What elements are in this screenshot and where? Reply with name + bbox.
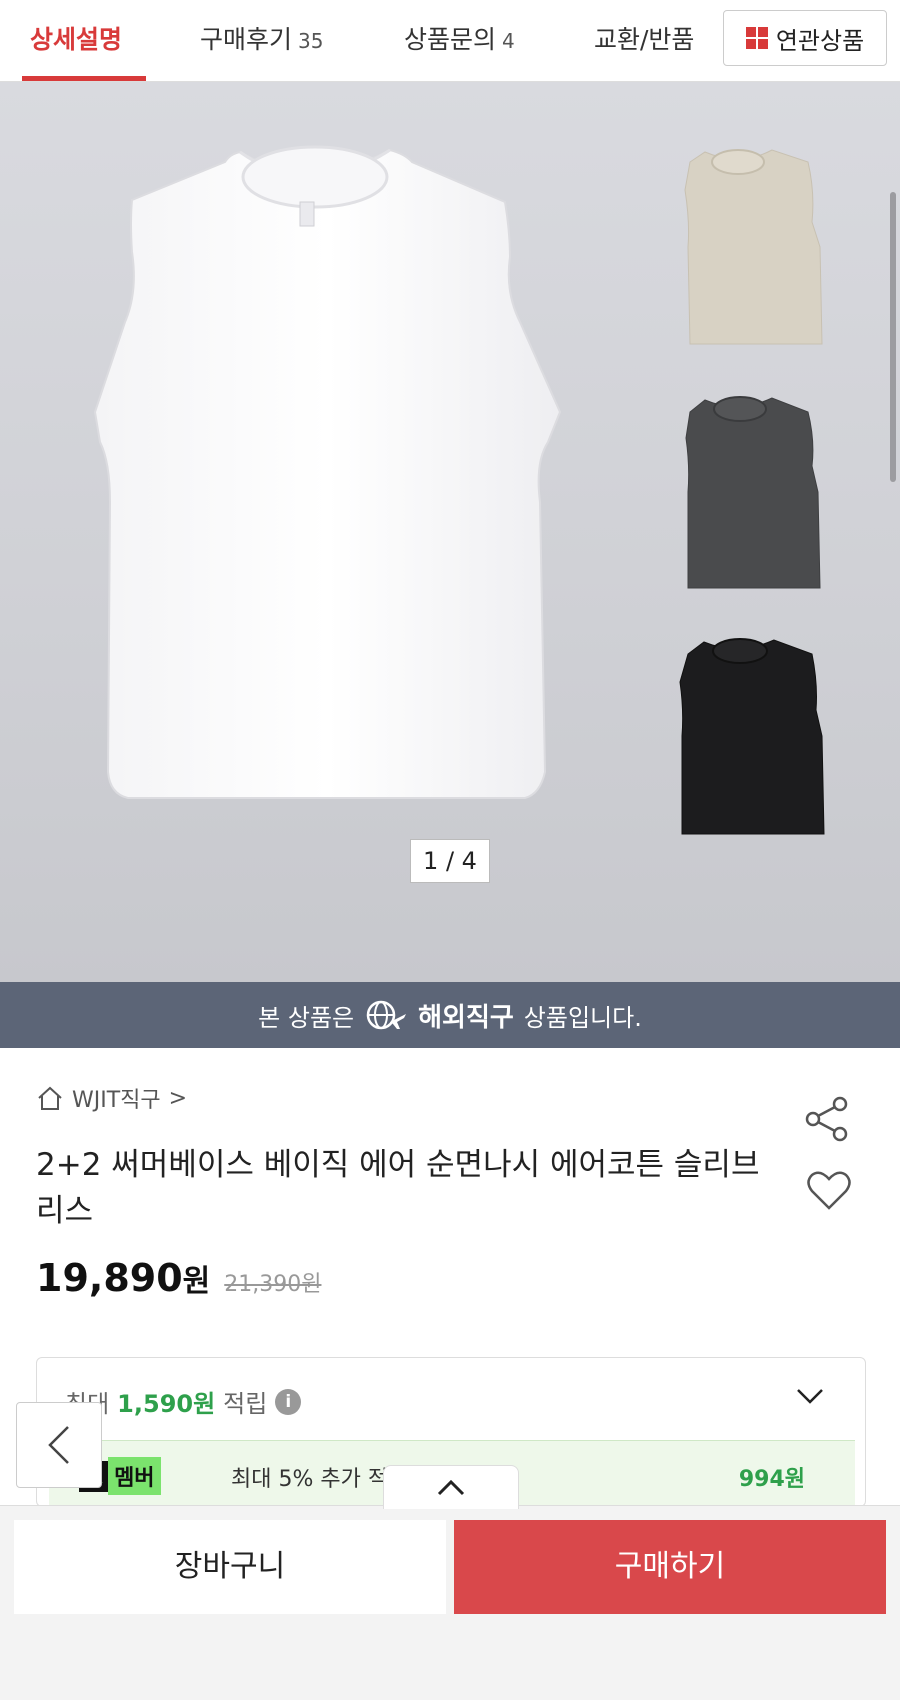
tab-bar: 상세설명 구매후기 35 상품문의 4 교환/반품 연관상품	[0, 0, 900, 82]
grid-icon	[745, 27, 768, 49]
buy-now-button[interactable]: 구매하기	[454, 1520, 886, 1614]
banner-prefix: 본 상품은	[258, 1003, 355, 1032]
tab-detail[interactable]: 상세설명	[30, 0, 122, 82]
sale-price-unit: 원	[182, 1264, 211, 1299]
home-icon	[38, 1086, 62, 1110]
sale-price: 19,890원	[36, 1256, 210, 1300]
member-bonus-text: 최대 5% 추가 적립	[231, 1467, 409, 1492]
black-shirt	[679, 639, 825, 835]
chevron-down-icon[interactable]	[795, 1386, 825, 1406]
member-badge-label: 멤버	[108, 1457, 161, 1495]
price-block: 19,890원 21,390원	[36, 1256, 321, 1300]
store-link[interactable]: WJIT직구 >	[36, 1082, 187, 1114]
product-title: 2+2 써머베이스 베이직 에어 순면나시 에어코튼 슬리브리스	[36, 1147, 760, 1229]
tab-exchange-return[interactable]: 교환/반품	[594, 0, 709, 82]
add-to-cart-button[interactable]: 장바구니	[14, 1520, 446, 1614]
white-shirt	[93, 148, 562, 799]
points-suffix: 적립	[223, 1390, 268, 1418]
beige-shirt	[684, 149, 823, 345]
expand-panel-tab[interactable]	[383, 1465, 519, 1509]
tab-inquiries-count: 4	[502, 29, 515, 53]
heart-icon[interactable]	[806, 1170, 852, 1212]
banner-highlight: 해외직구	[418, 1002, 514, 1033]
chevron-left-icon	[48, 1426, 69, 1464]
tab-reviews-count: 35	[298, 29, 324, 53]
info-icon[interactable]: i	[275, 1388, 302, 1415]
tab-reviews[interactable]: 구매후기 35	[200, 0, 323, 82]
charcoal-shirt	[685, 397, 821, 589]
tab-detail-label: 상세설명	[30, 25, 123, 54]
overseas-purchase-banner: 본 상품은 해외직구 상품입니다.	[0, 982, 900, 1048]
original-price: 21,390원	[224, 1272, 322, 1297]
tab-inquiries[interactable]: 상품문의 4	[404, 0, 515, 82]
member-bonus-amount: 994원	[738, 1467, 805, 1492]
points-amount: 1,590원	[117, 1390, 216, 1418]
back-button[interactable]	[16, 1402, 102, 1488]
globe-plane-icon	[366, 1000, 407, 1030]
tab-reviews-label: 구매후기	[200, 25, 293, 54]
tab-inquiries-label: 상품문의	[404, 25, 497, 54]
related-products-label: 연관상품	[775, 26, 865, 55]
scrollbar-thumb[interactable]	[890, 192, 896, 482]
banner-suffix: 상품입니다.	[523, 1003, 642, 1032]
related-products-button[interactable]: 연관상품	[723, 10, 887, 66]
active-tab-indicator	[22, 76, 146, 81]
chevron-up-icon	[437, 1479, 465, 1495]
share-icon[interactable]	[804, 1096, 850, 1142]
image-counter: 1 / 4	[410, 839, 490, 883]
tab-exchange-label: 교환/반품	[594, 25, 695, 54]
store-name: WJIT직구	[72, 1088, 161, 1113]
sale-price-value: 19,890	[36, 1256, 183, 1300]
store-chevron: >	[168, 1085, 188, 1111]
